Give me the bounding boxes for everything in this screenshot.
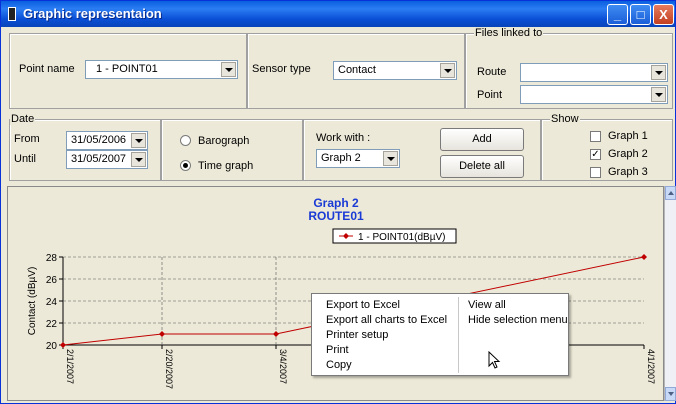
x-tick-label: 3/4/2007 (278, 349, 288, 384)
show-group-title: Show (550, 113, 580, 125)
files-linked-panel: Files linked to Route Point (465, 27, 673, 109)
menu-hide-selection[interactable]: Hide selection menu (468, 314, 568, 326)
time-graph-radio[interactable] (180, 160, 191, 171)
minimize-button[interactable]: _ (607, 4, 628, 25)
mouse-cursor-icon (488, 351, 501, 369)
graph-1-label[interactable]: Graph 1 (608, 130, 648, 142)
chevron-down-icon[interactable] (651, 65, 666, 80)
work-with-panel: Work with : Graph 2 Add Delete all (303, 119, 541, 181)
menu-export-all-excel[interactable]: Export all charts to Excel (326, 314, 447, 326)
vertical-scrollbar[interactable] (664, 186, 676, 401)
app-icon (8, 7, 16, 21)
x-tick-label: 2/20/2007 (164, 349, 174, 389)
date-group-title: Date (10, 113, 36, 125)
graph-3-checkbox[interactable] (590, 167, 601, 178)
graph-mode-panel: Barograph Time graph (161, 119, 303, 181)
sensor-type-panel: Sensor type Contact (247, 33, 465, 109)
chevron-down-icon[interactable] (651, 87, 666, 102)
x-tick-label: 2/1/2007 (65, 349, 75, 384)
point-name-label: Point name (19, 63, 75, 75)
context-menu: Export to Excel Export all charts to Exc… (311, 293, 569, 376)
chevron-down-icon[interactable] (440, 63, 455, 78)
menu-printer-setup[interactable]: Printer setup (326, 329, 388, 341)
date-panel: Date From 31/05/2006 Until 31/05/2007 (9, 113, 161, 181)
y-axis-label: Contact (dBµV) (27, 267, 38, 336)
from-date-value: 31/05/2006 (71, 134, 127, 146)
graph-3-label[interactable]: Graph 3 (608, 166, 648, 178)
menu-copy[interactable]: Copy (326, 359, 352, 371)
y-tick-label: 28 (46, 253, 58, 264)
work-with-label: Work with : (316, 132, 371, 144)
title-bar[interactable]: Graphic representaion _ □ X (1, 1, 675, 27)
graph-2-checkbox[interactable]: ✓ (590, 149, 601, 160)
point-name-value: 1 - POINT01 (96, 63, 158, 75)
scroll-down-icon[interactable] (665, 387, 676, 401)
y-tick-label: 26 (46, 275, 58, 286)
from-label: From (14, 133, 40, 145)
sensor-type-value: Contact (338, 64, 376, 76)
point-select[interactable] (520, 85, 668, 104)
close-button[interactable]: X (653, 4, 674, 25)
barograph-radio[interactable] (180, 135, 191, 146)
maximize-button[interactable]: □ (630, 4, 651, 25)
y-tick-label: 20 (46, 341, 58, 352)
menu-separator (458, 297, 459, 373)
y-tick-label: 22 (46, 319, 58, 330)
from-date-picker[interactable]: 31/05/2006 (66, 131, 148, 150)
y-tick-label: 24 (46, 297, 58, 308)
graph-2-label[interactable]: Graph 2 (608, 148, 648, 160)
legend-label: 1 - POINT01(dBµV) (358, 232, 445, 243)
chevron-down-icon[interactable] (221, 62, 236, 77)
until-date-picker[interactable]: 31/05/2007 (66, 150, 148, 169)
show-panel: Show Graph 1 ✓ Graph 2 Graph 3 (541, 113, 673, 181)
work-with-select[interactable]: Graph 2 (316, 149, 400, 168)
chevron-down-icon[interactable] (131, 152, 146, 167)
chevron-down-icon[interactable] (131, 133, 146, 148)
delete-all-button[interactable]: Delete all (440, 155, 524, 178)
barograph-label[interactable]: Barograph (198, 135, 249, 147)
menu-print[interactable]: Print (326, 344, 349, 356)
files-linked-title: Files linked to (474, 27, 544, 39)
route-label: Route (477, 66, 507, 78)
x-tick-label: 4/1/2007 (646, 349, 656, 384)
scroll-up-icon[interactable] (665, 186, 676, 200)
sensor-type-select[interactable]: Contact (333, 61, 457, 80)
point-name-panel: Point name 1 - POINT01 (9, 33, 247, 109)
point-label: Point (477, 89, 503, 101)
point-name-select[interactable]: 1 - POINT01 (85, 60, 238, 79)
route-select[interactable] (520, 63, 668, 82)
chart-subtitle: ROUTE01 (308, 209, 364, 223)
chevron-down-icon[interactable] (383, 151, 398, 166)
sensor-type-label: Sensor type (252, 63, 311, 75)
graphic-window: Graphic representaion _ □ X Point name 1… (0, 0, 676, 404)
menu-export-excel[interactable]: Export to Excel (326, 299, 400, 311)
window-title: Graphic representaion (23, 6, 162, 21)
until-label: Until (14, 153, 37, 165)
until-date-value: 31/05/2007 (71, 153, 127, 165)
time-graph-label[interactable]: Time graph (198, 160, 253, 172)
work-with-value: Graph 2 (321, 152, 361, 164)
add-button[interactable]: Add (440, 128, 524, 151)
chart-title: Graph 2 (313, 196, 359, 210)
graph-1-checkbox[interactable] (590, 131, 601, 142)
menu-view-all[interactable]: View all (468, 299, 506, 311)
